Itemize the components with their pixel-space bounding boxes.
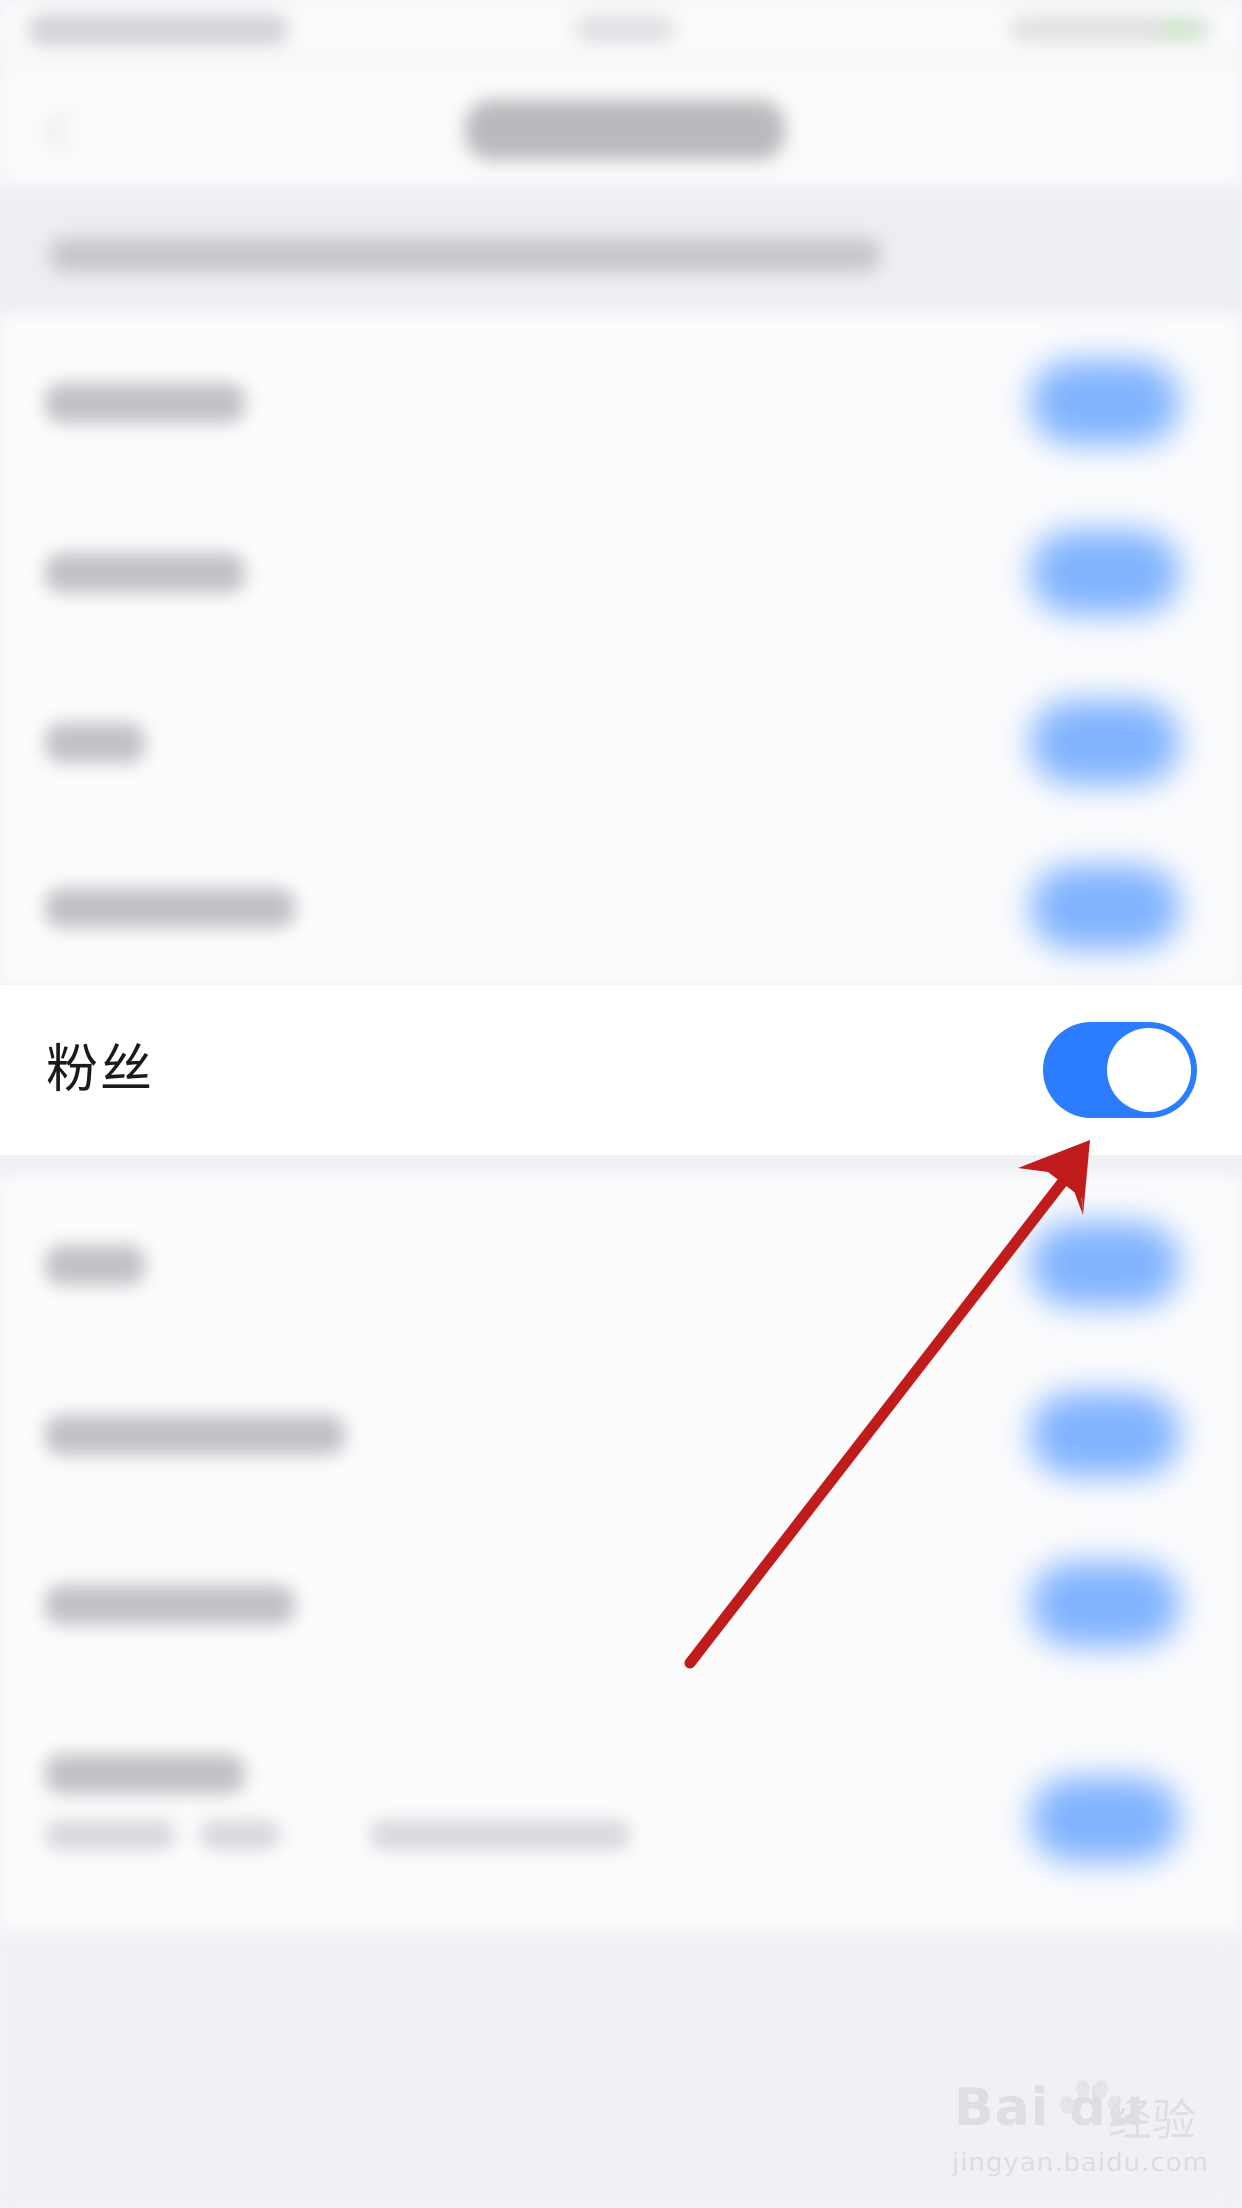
row-sublabel xyxy=(370,1820,630,1850)
fans-toggle[interactable] xyxy=(1043,1022,1197,1118)
watermark-url: jingyan.baidu.com xyxy=(952,2148,1209,2178)
settings-row[interactable] xyxy=(0,1347,1242,1517)
toggle-knob xyxy=(1107,1028,1191,1112)
baidu-jingyan-watermark: Bai du 经验 jingyan.baidu.com xyxy=(948,2070,1208,2180)
status-time-carrier xyxy=(28,14,288,46)
row-label xyxy=(45,1415,345,1455)
row-toggle[interactable] xyxy=(1030,865,1180,950)
fans-label: 粉丝 xyxy=(46,1040,155,1100)
row-sublabel xyxy=(200,1820,280,1850)
settings-group-lower xyxy=(0,1177,1242,1935)
status-battery-icon xyxy=(1010,16,1210,42)
row-toggle[interactable] xyxy=(1030,1392,1180,1477)
row-label xyxy=(45,1245,145,1285)
row-label xyxy=(45,553,245,593)
row-label xyxy=(45,723,145,763)
row-toggle[interactable] xyxy=(1030,700,1180,785)
row-toggle[interactable] xyxy=(1030,1562,1180,1647)
settings-row[interactable] xyxy=(0,485,1242,655)
settings-row-fans[interactable]: 粉丝 xyxy=(0,985,1242,1155)
settings-row[interactable] xyxy=(0,315,1242,485)
back-icon[interactable] xyxy=(40,110,80,150)
row-toggle[interactable] xyxy=(1030,1222,1180,1307)
watermark-brand: 经验 xyxy=(1108,2095,1196,2146)
row-toggle[interactable] xyxy=(1030,530,1180,615)
settings-row[interactable] xyxy=(0,820,1242,990)
row-label xyxy=(45,1585,295,1625)
settings-row[interactable] xyxy=(0,655,1242,825)
section-description xyxy=(0,190,1242,315)
status-center xyxy=(575,16,675,42)
nav-bar xyxy=(0,60,1242,190)
row-sublabel xyxy=(45,1820,175,1850)
status-bar xyxy=(0,0,1242,60)
settings-group-upper xyxy=(0,315,1242,985)
section-description-text xyxy=(50,238,880,272)
row-toggle[interactable] xyxy=(1030,360,1180,445)
row-label xyxy=(45,1754,245,1794)
page-title xyxy=(465,100,785,160)
row-label xyxy=(45,888,295,928)
settings-row[interactable] xyxy=(0,1517,1242,1687)
row-label xyxy=(45,383,245,423)
settings-row[interactable] xyxy=(0,1177,1242,1347)
group-separator xyxy=(0,1155,1242,1177)
row-toggle[interactable] xyxy=(1030,1777,1180,1862)
settings-row[interactable] xyxy=(0,1702,1242,1902)
